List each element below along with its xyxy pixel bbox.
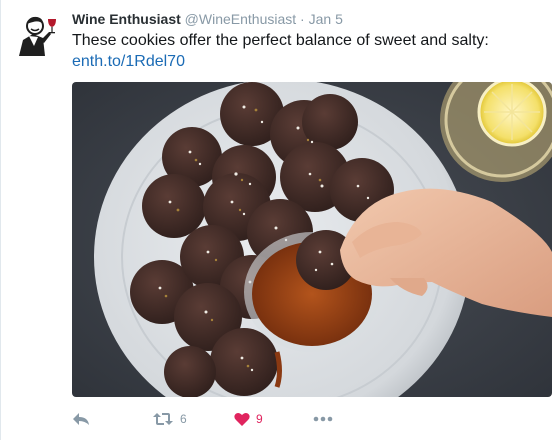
user-handle[interactable]: @WineEnthusiast [185, 11, 296, 27]
reply-button[interactable] [72, 408, 90, 430]
avatar[interactable] [13, 10, 61, 58]
tweet-photo[interactable] [72, 82, 552, 397]
retweet-icon [153, 413, 173, 425]
tweet-text: These cookies offer the perfect balance … [72, 30, 542, 72]
sommelier-logo-icon [14, 11, 60, 57]
display-name[interactable]: Wine Enthusiast [72, 11, 181, 27]
tweet-actions: 6 9 [72, 408, 372, 430]
more-button[interactable] [313, 408, 333, 430]
retweet-count: 6 [180, 412, 187, 426]
tweet-body: These cookies offer the perfect balance … [72, 32, 489, 49]
heart-icon [234, 412, 250, 426]
reply-icon [73, 413, 89, 425]
tweet-header: Wine Enthusiast @WineEnthusiast · Jan 5 [72, 10, 343, 28]
more-icon [313, 416, 333, 422]
cookies-photo-image [72, 82, 552, 397]
like-button[interactable]: 9 [234, 408, 263, 430]
tweet-card: Wine Enthusiast @WineEnthusiast · Jan 5 … [0, 0, 557, 440]
like-count: 9 [256, 412, 263, 426]
retweet-button[interactable]: 6 [152, 408, 187, 430]
tweet-link[interactable]: enth.to/1Rdel70 [72, 53, 185, 70]
header-separator: · [300, 11, 305, 27]
tweet-timestamp[interactable]: Jan 5 [309, 11, 343, 27]
